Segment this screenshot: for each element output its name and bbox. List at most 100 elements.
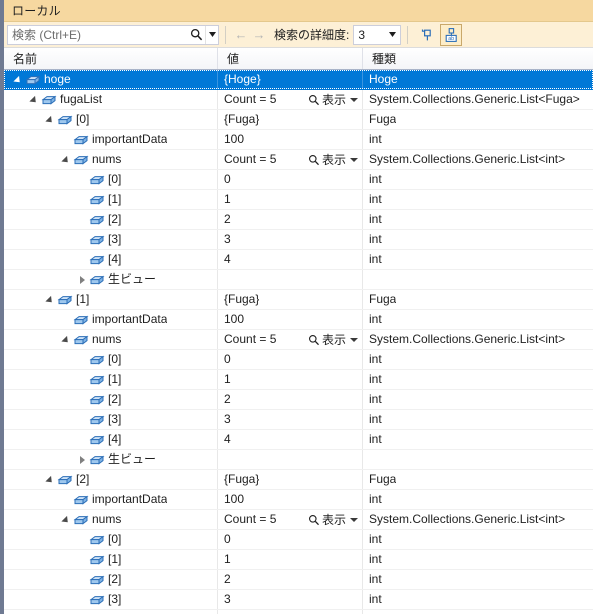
tree-row-type-cell[interactable]: int (363, 430, 593, 449)
tree-row[interactable]: fugaList Count = 5 表示 System.Collections.Ge… (4, 90, 593, 110)
tree-row[interactable]: importantData 100 int (4, 490, 593, 510)
tree-row-value-cell[interactable]: 2 (218, 570, 363, 589)
tree-row-value-cell[interactable]: 100 (218, 490, 363, 509)
tree-row-value-cell[interactable]: 1 (218, 190, 363, 209)
tree-row[interactable]: [2] {Fuga} Fuga (4, 470, 593, 490)
tree-row-type-cell[interactable]: int (363, 530, 593, 549)
tree-row[interactable]: [3] 3 int (4, 230, 593, 250)
tree-row-value-cell[interactable] (218, 450, 363, 469)
tree-row-type-cell[interactable]: int (363, 610, 593, 614)
value-visualizer-button[interactable]: 表示 (308, 153, 362, 167)
tree-row-type-cell[interactable] (363, 270, 593, 289)
expander-expanded-icon[interactable] (60, 330, 73, 349)
tree-row-name-cell[interactable]: [0] (4, 350, 218, 369)
tree-row[interactable]: importantData 100 int (4, 310, 593, 330)
tree-row-name-cell[interactable]: hoge (4, 70, 218, 89)
tree-row-type-cell[interactable]: Fuga (363, 110, 593, 129)
tree-row[interactable]: 生ビュー (4, 270, 593, 290)
tree-row-value-cell[interactable]: Count = 5 表示 (218, 510, 363, 529)
tree-row-type-cell[interactable]: Hoge (363, 70, 593, 89)
chevron-down-icon[interactable] (350, 517, 358, 522)
column-header-value[interactable]: 値 (218, 48, 363, 69)
value-visualizer-button[interactable]: 表示 (308, 93, 362, 107)
tree-row-type-cell[interactable]: int (363, 230, 593, 249)
tree-row-name-cell[interactable]: [1] (4, 550, 218, 569)
tree-row-type-cell[interactable]: int (363, 210, 593, 229)
tree-row[interactable]: [0] 0 int (4, 350, 593, 370)
tree-row-value-cell[interactable]: {Hoge} (218, 70, 363, 89)
tree-row-name-cell[interactable]: [2] (4, 390, 218, 409)
tree-row-value-cell[interactable]: Count = 5 表示 (218, 150, 363, 169)
tree-row-type-cell[interactable]: Fuga (363, 470, 593, 489)
tree-row-name-cell[interactable]: 生ビュー (4, 270, 218, 289)
tree-row-name-cell[interactable]: importantData (4, 130, 218, 149)
tree-row-type-cell[interactable]: System.Collections.Generic.List<Fuga> (363, 90, 593, 109)
tree-row-type-cell[interactable]: System.Collections.Generic.List<int> (363, 150, 593, 169)
tree-row-name-cell[interactable]: [3] (4, 410, 218, 429)
tree-row-value-cell[interactable]: 0 (218, 170, 363, 189)
tree-row-name-cell[interactable]: [2] (4, 470, 218, 489)
expander-expanded-icon[interactable] (44, 470, 57, 489)
column-header-type[interactable]: 種類 (363, 48, 593, 69)
tree-row[interactable]: [1] 1 int (4, 370, 593, 390)
tree-row-name-cell[interactable]: importantData (4, 490, 218, 509)
search-previous-button[interactable]: ← (232, 25, 250, 45)
tree-row[interactable]: [4] 4 int (4, 610, 593, 614)
tree-row-name-cell[interactable]: [3] (4, 590, 218, 609)
expander-expanded-icon[interactable] (60, 510, 73, 529)
tree-row-name-cell[interactable]: [1] (4, 190, 218, 209)
tree-row-type-cell[interactable]: int (363, 370, 593, 389)
tree-row-name-cell[interactable]: [4] (4, 430, 218, 449)
tree-row-name-cell[interactable]: [1] (4, 370, 218, 389)
expander-expanded-icon[interactable] (44, 110, 57, 129)
tree-row-value-cell[interactable]: {Fuga} (218, 470, 363, 489)
tree-row[interactable]: nums Count = 5 表示 System.Collections.Generi… (4, 150, 593, 170)
tree-row-type-cell[interactable]: int (363, 350, 593, 369)
search-icon[interactable] (187, 26, 205, 44)
tree-row-type-cell[interactable]: int (363, 590, 593, 609)
tree-row[interactable]: [4] 4 int (4, 250, 593, 270)
tree-row[interactable]: [1] {Fuga} Fuga (4, 290, 593, 310)
tree-row-type-cell[interactable]: int (363, 410, 593, 429)
tree-row[interactable]: [0] 0 int (4, 530, 593, 550)
tree-row[interactable]: [2] 2 int (4, 570, 593, 590)
tree-row-value-cell[interactable]: Count = 5 表示 (218, 90, 363, 109)
tree-row-value-cell[interactable]: 4 (218, 610, 363, 614)
tree-row[interactable]: hoge {Hoge} Hoge (4, 70, 593, 90)
tree-row-name-cell[interactable]: nums (4, 150, 218, 169)
value-visualizer-button[interactable]: 表示 (308, 513, 362, 527)
tree-row-name-cell[interactable]: [1] (4, 290, 218, 309)
tree-row-value-cell[interactable]: 3 (218, 410, 363, 429)
tree-row-name-cell[interactable]: nums (4, 510, 218, 529)
tree-row-value-cell[interactable]: 100 (218, 130, 363, 149)
tree-row-value-cell[interactable]: 3 (218, 230, 363, 249)
tree-row-type-cell[interactable]: int (363, 570, 593, 589)
tree-row[interactable]: nums Count = 5 表示 System.Collections.Generi… (4, 510, 593, 530)
tree-row-value-cell[interactable]: {Fuga} (218, 290, 363, 309)
column-header-name[interactable]: 名前 (4, 48, 218, 69)
expander-collapsed-icon[interactable] (76, 450, 89, 469)
expander-expanded-icon[interactable] (12, 70, 25, 89)
tree-row-type-cell[interactable]: System.Collections.Generic.List<int> (363, 510, 593, 529)
tree-row[interactable]: [2] 2 int (4, 210, 593, 230)
tree-row-value-cell[interactable]: 2 (218, 210, 363, 229)
tree-row-name-cell[interactable]: importantData (4, 310, 218, 329)
tree-row-name-cell[interactable]: [2] (4, 570, 218, 589)
tree-row-type-cell[interactable]: int (363, 170, 593, 189)
tree-row-value-cell[interactable]: 3 (218, 590, 363, 609)
tree-row[interactable]: [0] {Fuga} Fuga (4, 110, 593, 130)
locals-tree-grid[interactable]: hoge {Hoge} Hoge fugaList Count = 5 表示 System.… (0, 70, 593, 614)
expander-expanded-icon[interactable] (60, 150, 73, 169)
expander-expanded-icon[interactable] (44, 290, 57, 309)
chevron-down-icon[interactable] (350, 337, 358, 342)
tree-row-name-cell[interactable]: [2] (4, 210, 218, 229)
tree-row-value-cell[interactable]: Count = 5 表示 (218, 330, 363, 349)
tree-row-value-cell[interactable]: 0 (218, 350, 363, 369)
tree-row-value-cell[interactable]: 1 (218, 370, 363, 389)
tree-row[interactable]: [2] 2 int (4, 390, 593, 410)
search-depth-combobox[interactable]: 3 (353, 24, 402, 45)
search-input[interactable] (8, 25, 187, 44)
value-visualizer-button[interactable]: 表示 (308, 333, 362, 347)
tree-row[interactable]: importantData 100 int (4, 130, 593, 150)
tree-row[interactable]: [4] 4 int (4, 430, 593, 450)
